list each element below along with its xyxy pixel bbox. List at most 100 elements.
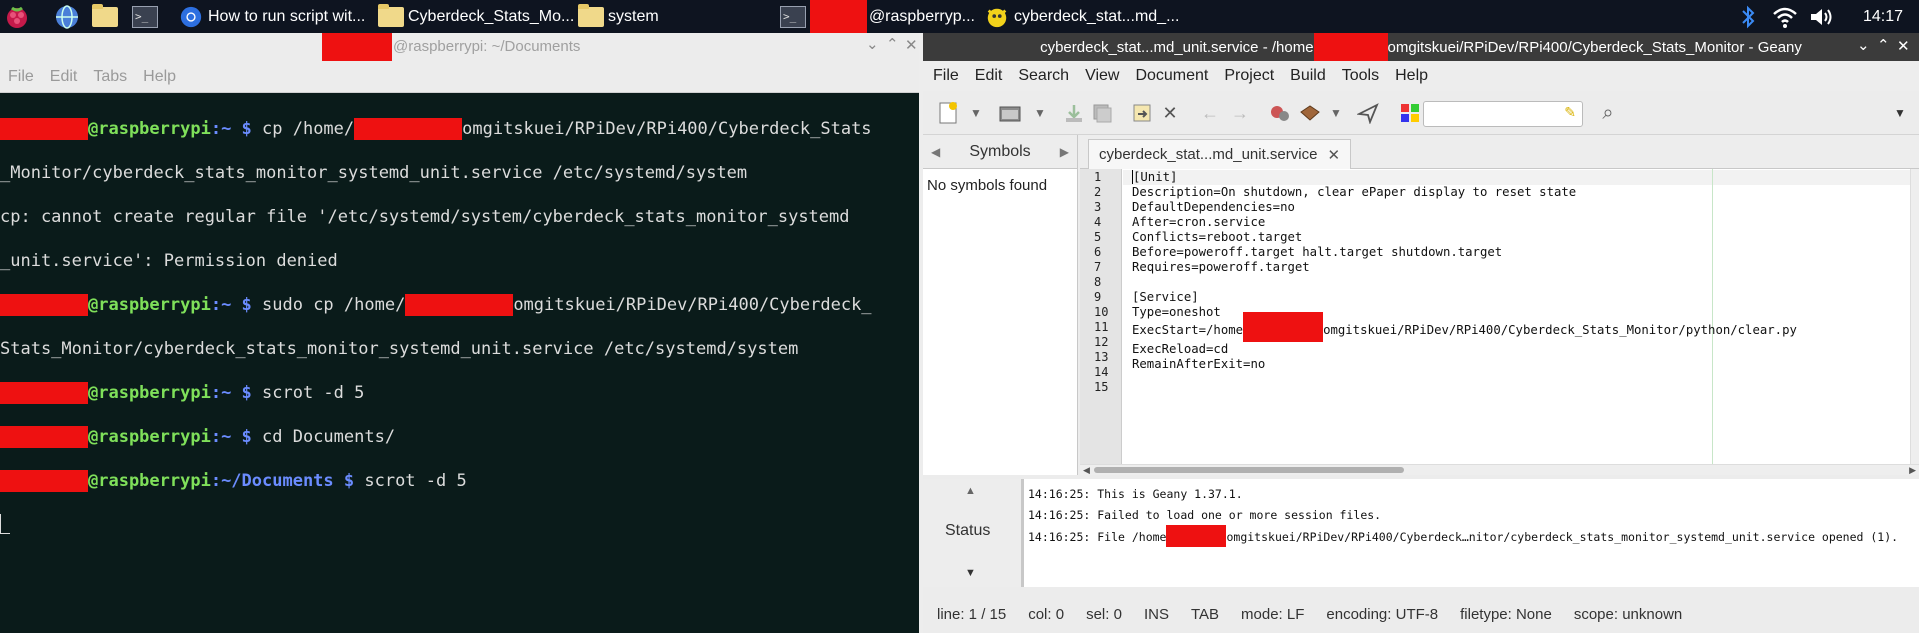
new-file-icon[interactable] — [935, 100, 961, 126]
redaction — [0, 382, 88, 404]
back-icon[interactable]: ← — [1197, 100, 1223, 126]
task-browser[interactable]: How to run script wit... — [178, 0, 373, 33]
search-input[interactable]: ✎ — [1423, 101, 1583, 127]
wifi-icon[interactable] — [1772, 0, 1798, 33]
vertical-scrollbar[interactable] — [1910, 169, 1919, 464]
menu-tabs[interactable]: Tabs — [93, 68, 127, 86]
terminal-line: Stats_Monitor/cyberdeck_stats_monitor_sy… — [0, 339, 799, 359]
task-label: How to run script wit... — [208, 7, 366, 25]
close-file-icon[interactable]: ✕ — [1157, 100, 1183, 126]
build-icon[interactable] — [1297, 100, 1323, 126]
open-file-dropdown-icon[interactable]: ▼ — [1027, 100, 1053, 126]
code-line: RemainAfterExit=no — [1132, 357, 1266, 371]
log-line: 14:16:25: Failed to load one or more ses… — [1028, 507, 1382, 522]
message-window: ▲ Status ▼ 14:16:25: This is Geany 1.37.… — [923, 479, 1919, 587]
code-text[interactable]: [Unit] Description=On shutdown, clear ePa… — [1132, 170, 1797, 372]
forward-icon[interactable]: → — [1227, 100, 1253, 126]
save-all-icon[interactable] — [1089, 100, 1115, 126]
msg-tab-down-icon[interactable]: ▼ — [965, 567, 976, 579]
clock[interactable]: 14:17 — [1863, 0, 1903, 33]
redaction — [1313, 33, 1388, 61]
tab-document[interactable]: cyberdeck_stat...md_unit.service ✕ — [1088, 139, 1352, 169]
maximize-button[interactable]: ⌃ — [1877, 36, 1890, 54]
terminal-launcher-icon[interactable]: >_ — [132, 0, 162, 33]
toolbar-overflow-icon[interactable]: ▼ — [1887, 100, 1913, 126]
task-file-manager-2[interactable]: system — [578, 0, 768, 33]
terminal-titlebar[interactable]: @raspberrypi: ~/Documents ⌄ ⌃ ✕ — [0, 33, 919, 61]
menu-document[interactable]: Document — [1135, 67, 1208, 85]
menu-search[interactable]: Search — [1018, 67, 1069, 85]
close-button[interactable]: ✕ — [1897, 37, 1910, 55]
status-line: line: 1 / 15 — [937, 605, 1007, 623]
search-icon[interactable]: ⌕ — [1595, 100, 1621, 126]
volume-icon[interactable] — [1808, 0, 1834, 33]
compile-icon[interactable] — [1267, 100, 1293, 126]
revert-icon[interactable] — [1129, 100, 1155, 126]
tab-left-arrow-icon[interactable]: ◀ — [931, 145, 940, 159]
clear-search-icon[interactable]: ✎ — [1564, 104, 1576, 121]
new-file-dropdown-icon[interactable]: ▼ — [963, 100, 989, 126]
code-line: ExecStart=/home omgitskuei/RPiDev/RPi400/… — [1132, 312, 1797, 342]
terminal-window[interactable]: @raspberrypi: ~/Documents ⌄ ⌃ ✕ File Edi… — [0, 33, 919, 633]
raspberry-menu-icon[interactable] — [4, 0, 30, 33]
menu-build[interactable]: Build — [1290, 67, 1326, 85]
redaction — [0, 118, 88, 140]
open-file-icon[interactable] — [997, 100, 1023, 126]
terminal-menubar: File Edit Tabs Help — [0, 61, 919, 93]
status-log[interactable]: 14:16:25: This is Geany 1.37.1. 14:16:25:… — [1021, 479, 1919, 587]
code-line: Requires=poweroff.target — [1132, 260, 1310, 274]
menu-file[interactable]: File — [8, 68, 34, 86]
task-label: @raspberryp... — [868, 7, 975, 25]
menu-edit[interactable]: Edit — [975, 67, 1003, 85]
build-dropdown-icon[interactable]: ▼ — [1323, 100, 1349, 126]
task-geany[interactable]: cyberdeck_stat...md_... — [984, 0, 1184, 33]
geany-titlebar[interactable]: cyberdeck_stat...md_unit.service - /home… — [923, 33, 1919, 61]
menu-view[interactable]: View — [1085, 67, 1119, 85]
terminal-line: @raspberrypi:~ $ scrot -d 5 — [0, 382, 919, 404]
minimize-button[interactable]: ⌄ — [1857, 36, 1870, 54]
close-button[interactable]: ✕ — [905, 36, 918, 54]
tab-status[interactable]: Status — [945, 522, 990, 540]
color-chooser-icon[interactable] — [1397, 100, 1423, 126]
terminal-line: cp: cannot create regular file '/etc/sys… — [0, 207, 850, 227]
menu-file[interactable]: File — [933, 67, 959, 85]
geany-window[interactable]: cyberdeck_stat...md_unit.service - /home… — [923, 33, 1919, 633]
file-manager-launcher-icon[interactable] — [92, 0, 122, 33]
close-tab-icon[interactable]: ✕ — [1327, 146, 1340, 164]
task-file-manager-1[interactable]: Cyberdeck_Stats_Mo... — [378, 0, 573, 33]
terminal-line: @raspberrypi:~ $ sudo cp /home/omgitskue… — [0, 294, 919, 316]
scrollbar-thumb[interactable] — [1094, 467, 1404, 473]
symbols-empty-message: No symbols found — [927, 177, 1048, 194]
terminal-output[interactable]: @raspberrypi:~ $ cp /home/omgitskuei/RPi… — [0, 93, 919, 578]
geany-icon — [987, 8, 1007, 27]
tab-symbols[interactable]: Symbols — [969, 143, 1030, 161]
task-label: system — [608, 7, 659, 25]
minimize-button[interactable]: ⌄ — [866, 35, 879, 53]
task-terminal[interactable]: >_ @raspberryp... — [780, 0, 975, 33]
msg-tab-up-icon[interactable]: ▲ — [965, 485, 976, 497]
redaction — [322, 33, 392, 61]
terminal-line: _Monitor/cyberdeck_stats_monitor_systemd… — [0, 163, 748, 183]
maximize-button[interactable]: ⌃ — [886, 35, 899, 53]
taskbar: >_ How to run script wit... Cyberdeck_St… — [0, 0, 1919, 33]
geany-title-left: cyberdeck_stat...md_unit.service - /home — [1040, 38, 1314, 56]
horizontal-scrollbar[interactable]: ◀ ▶ — [1080, 464, 1919, 475]
redaction — [0, 470, 88, 492]
editor-pane[interactable]: cyberdeck_stat...md_unit.service ✕ 1 2 3… — [1080, 135, 1919, 475]
menu-project[interactable]: Project — [1224, 67, 1274, 85]
tab-right-arrow-icon[interactable]: ▶ — [1060, 145, 1069, 159]
menu-tools[interactable]: Tools — [1342, 67, 1379, 85]
terminal-line: _unit.service': Permission denied — [0, 251, 338, 271]
code-line: DefaultDependencies=no — [1132, 200, 1295, 214]
save-icon[interactable] — [1061, 100, 1087, 126]
bluetooth-icon[interactable] — [1738, 0, 1758, 33]
status-scope: scope: unknown — [1573, 605, 1683, 623]
execute-icon[interactable] — [1355, 100, 1381, 126]
menu-help[interactable]: Help — [143, 68, 176, 86]
scroll-right-icon[interactable]: ▶ — [1909, 465, 1916, 476]
redaction — [1243, 312, 1324, 342]
menu-edit[interactable]: Edit — [50, 68, 78, 86]
menu-help[interactable]: Help — [1395, 67, 1428, 85]
browser-launcher-icon[interactable] — [54, 0, 80, 33]
scroll-left-icon[interactable]: ◀ — [1083, 465, 1090, 476]
